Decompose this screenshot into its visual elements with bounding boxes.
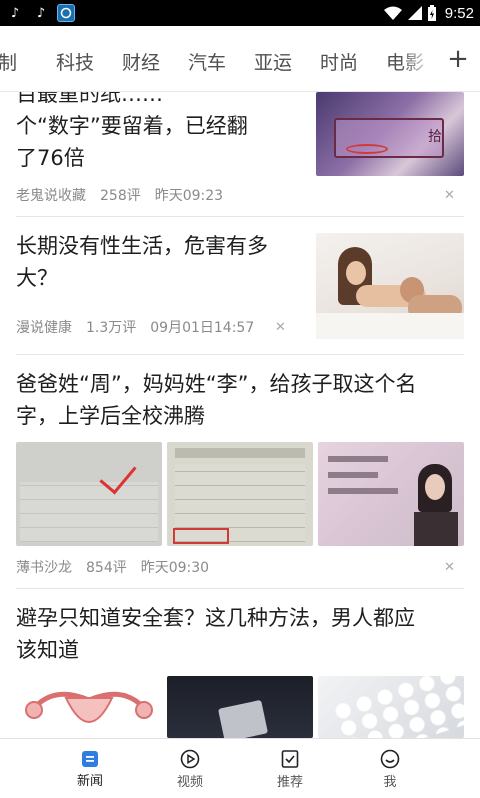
- tab-fashion[interactable]: 时尚: [320, 48, 358, 75]
- channel-tabs: 制 科技 财经 汽车 亚运 时尚 电影 +: [0, 26, 480, 92]
- news-source: 老鬼说收藏: [16, 188, 86, 204]
- nav-recommend[interactable]: 推荐: [240, 739, 340, 798]
- nav-label: 视频: [176, 774, 203, 790]
- news-feed[interactable]: 百最重的纸…… 个“数字”要留着，已经翻 了76倍 拾 老鬼说收藏 258评 昨天0…: [0, 92, 480, 738]
- condom-photo-thumbnail: [167, 676, 313, 738]
- news-title: 避孕只知道安全套？这几种方法，男人都应 该知道: [16, 606, 415, 662]
- nav-label: 我: [383, 774, 397, 790]
- id-card-thumbnail: [318, 442, 464, 546]
- score-list-thumbnail: [167, 442, 313, 546]
- nav-me[interactable]: 我: [340, 739, 440, 798]
- tab-tech[interactable]: 科技: [56, 48, 94, 75]
- nav-label: 新闻: [76, 773, 103, 789]
- signal-icon: [407, 6, 422, 20]
- dismiss-icon[interactable]: ✕: [444, 188, 455, 203]
- news-icon: [82, 750, 98, 767]
- play-circle-icon: [180, 749, 200, 768]
- uterus-diagram-thumbnail: [16, 676, 162, 738]
- news-meta: 漫说健康 1.3万评 09月01日14:57: [16, 317, 268, 337]
- battery-icon: [427, 4, 436, 21]
- news-meta: 薄书沙龙 854评 昨天09:30: [16, 557, 223, 577]
- comment-count: 854评: [86, 560, 127, 576]
- status-bar: ♪ ♪ 9:52: [0, 0, 480, 26]
- nav-video[interactable]: 视频: [140, 739, 240, 798]
- smiley-icon: [380, 749, 400, 768]
- news-source: 漫说健康: [16, 320, 72, 336]
- add-channel-button[interactable]: +: [436, 26, 480, 91]
- pill-pack-thumbnail: [318, 676, 464, 738]
- dismiss-icon[interactable]: ✕: [444, 560, 455, 575]
- news-source: 薄书沙龙: [16, 560, 72, 576]
- nav-label: 推荐: [276, 774, 303, 790]
- tab-channel[interactable]: 制: [0, 48, 17, 75]
- comment-count: 258评: [100, 188, 141, 204]
- tab-asian-games[interactable]: 亚运: [254, 48, 292, 75]
- exam-sheet-thumbnail: [16, 442, 162, 546]
- bottom-navigation: 新闻 视频 推荐 我: [0, 738, 480, 798]
- clock: 9:52: [444, 4, 474, 22]
- couple-photo-thumbnail: [316, 233, 464, 339]
- publish-time: 09月01日14:57: [150, 320, 255, 336]
- wifi-icon: [383, 6, 402, 20]
- publish-time: 昨天09:30: [140, 560, 210, 576]
- news-title: 长期没有性生活，危害有多 大？: [16, 234, 268, 290]
- browser-app-icon: [57, 4, 75, 22]
- dismiss-icon[interactable]: ✕: [275, 320, 286, 335]
- tiktok-icon: ♪: [10, 5, 20, 21]
- divider: [16, 354, 464, 355]
- news-title: 爸爸姓“周”，妈妈姓“李”，给孩子取这个名 字，上学后全校沸腾: [16, 372, 417, 428]
- checkbox-icon: [281, 749, 299, 768]
- tiktok-icon: ♪: [36, 5, 46, 21]
- comment-count: 1.3万评: [86, 320, 137, 336]
- tab-auto[interactable]: 汽车: [188, 48, 226, 75]
- news-meta: 老鬼说收藏 258评 昨天09:23: [16, 185, 237, 205]
- divider: [16, 216, 464, 217]
- banknote-thumbnail: 拾: [316, 92, 464, 176]
- divider: [16, 588, 464, 589]
- nav-news[interactable]: 新闻: [40, 739, 140, 798]
- publish-time: 昨天09:23: [154, 188, 224, 204]
- news-title: 百最重的纸…… 个“数字”要留着，已经翻 了76倍: [16, 92, 248, 170]
- tab-finance[interactable]: 财经: [122, 48, 160, 75]
